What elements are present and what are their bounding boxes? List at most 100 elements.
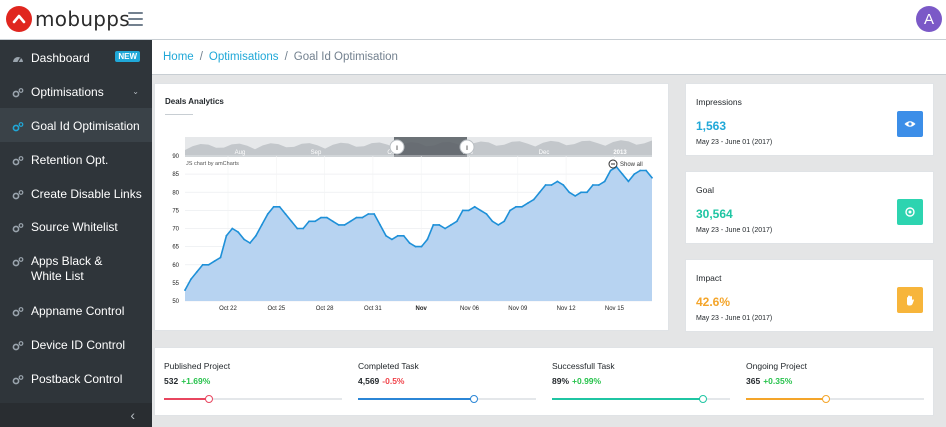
data-point[interactable] [408, 242, 411, 244]
data-point[interactable] [603, 180, 606, 183]
data-point[interactable] [284, 213, 287, 215]
data-point[interactable] [190, 278, 192, 281]
data-point[interactable] [597, 184, 600, 186]
data-point[interactable] [556, 180, 559, 183]
sidebar-item-appname-control[interactable]: Appname Control [0, 304, 152, 319]
chart-credit[interactable]: JS chart by amCharts [186, 161, 239, 167]
data-point[interactable] [390, 238, 393, 241]
data-point[interactable] [521, 205, 523, 208]
data-point[interactable] [456, 220, 458, 223]
data-point[interactable] [532, 198, 535, 201]
sidebar-item-goal-id-optimisation[interactable]: Goal Id Optimisation [0, 108, 152, 142]
data-point[interactable] [450, 223, 452, 226]
data-point[interactable] [231, 227, 234, 230]
data-point[interactable] [633, 173, 636, 176]
progress-handle[interactable] [822, 395, 831, 403]
data-point[interactable] [296, 227, 299, 230]
data-point[interactable] [509, 209, 512, 212]
chart-navigator[interactable]: AugSepOctNovDec2013 ‖ ‖ [185, 137, 652, 157]
data-point[interactable] [574, 194, 577, 197]
data-point[interactable] [367, 213, 370, 215]
data-point[interactable] [591, 184, 594, 186]
data-point[interactable] [609, 169, 612, 172]
data-point[interactable] [255, 234, 257, 237]
sidebar-item-source-whitelist[interactable]: Source Whitelist [0, 220, 152, 235]
data-point[interactable] [278, 205, 281, 208]
sidebar-collapse-button[interactable]: ‹ [0, 403, 152, 427]
show-all-button[interactable]: Show all [608, 159, 643, 169]
menu-toggle-icon[interactable] [128, 12, 143, 26]
user-avatar[interactable]: A [916, 6, 942, 32]
data-point[interactable] [184, 289, 186, 292]
data-point[interactable] [550, 184, 553, 186]
data-point[interactable] [432, 223, 435, 226]
data-point[interactable] [485, 213, 488, 215]
data-point[interactable] [562, 184, 565, 186]
data-point[interactable] [479, 209, 482, 212]
data-point[interactable] [337, 223, 340, 226]
data-point[interactable] [586, 191, 588, 194]
data-point[interactable] [538, 191, 541, 194]
data-point[interactable] [414, 245, 417, 248]
data-point[interactable] [503, 220, 506, 223]
sidebar-item-apps-black-white-list[interactable]: Apps Black & White List [0, 254, 152, 284]
data-point[interactable] [207, 263, 210, 266]
data-point[interactable] [544, 184, 547, 186]
data-point[interactable] [213, 260, 216, 263]
breadcrumb-home[interactable]: Home [163, 51, 194, 63]
data-point[interactable] [325, 216, 328, 219]
data-point[interactable] [627, 180, 630, 183]
data-point[interactable] [302, 227, 305, 230]
progress-handle[interactable] [699, 395, 708, 403]
data-point[interactable] [639, 169, 642, 172]
data-point[interactable] [249, 242, 251, 244]
data-point[interactable] [373, 213, 376, 215]
data-point[interactable] [444, 227, 447, 230]
data-point[interactable] [645, 169, 647, 172]
data-point[interactable] [260, 223, 263, 226]
data-point[interactable] [379, 223, 381, 226]
data-point[interactable] [461, 209, 464, 212]
data-point[interactable] [467, 209, 470, 212]
progress-handle[interactable] [204, 395, 213, 403]
data-point[interactable] [438, 223, 441, 226]
hand-icon[interactable] [897, 287, 923, 313]
data-point[interactable] [497, 223, 500, 226]
target-icon[interactable] [897, 199, 923, 225]
navigator-selection[interactable] [394, 137, 467, 157]
data-point[interactable] [219, 256, 222, 259]
sidebar-item-create-disable-links[interactable]: Create Disable Links [0, 187, 152, 202]
data-point[interactable] [580, 191, 582, 194]
data-point[interactable] [426, 238, 429, 241]
data-point[interactable] [201, 263, 204, 266]
data-point[interactable] [568, 191, 571, 194]
deals-chart[interactable]: AugSepOctNovDec2013 ‖ ‖ 5055606570758085… [155, 84, 670, 332]
sidebar-item-postback-control[interactable]: Postback Control [0, 372, 152, 387]
breadcrumb-optimisations[interactable]: Optimisations [209, 51, 279, 63]
data-point[interactable] [314, 220, 316, 223]
data-point[interactable] [243, 238, 246, 241]
data-point[interactable] [272, 205, 275, 208]
data-point[interactable] [526, 202, 529, 205]
data-point[interactable] [621, 173, 624, 176]
data-point[interactable] [320, 216, 322, 219]
data-point[interactable] [361, 216, 364, 219]
data-point[interactable] [195, 271, 198, 273]
data-point[interactable] [515, 205, 517, 208]
eye-icon[interactable] [897, 111, 923, 137]
data-point[interactable] [308, 220, 311, 223]
data-point[interactable] [651, 176, 653, 179]
sidebar-item-optimisations[interactable]: Optimisations ⌄ [0, 85, 152, 100]
data-point[interactable] [237, 231, 240, 234]
data-point[interactable] [491, 220, 494, 223]
data-point[interactable] [266, 213, 269, 215]
data-point[interactable] [473, 205, 476, 208]
brand-logo[interactable]: mobupps [6, 6, 130, 32]
data-point[interactable] [225, 234, 228, 237]
data-point[interactable] [290, 220, 293, 223]
data-point[interactable] [349, 220, 352, 223]
data-point[interactable] [385, 234, 387, 237]
data-point[interactable] [420, 245, 423, 248]
data-point[interactable] [343, 223, 346, 226]
sidebar-item-retention-opt[interactable]: Retention Opt. [0, 153, 152, 168]
